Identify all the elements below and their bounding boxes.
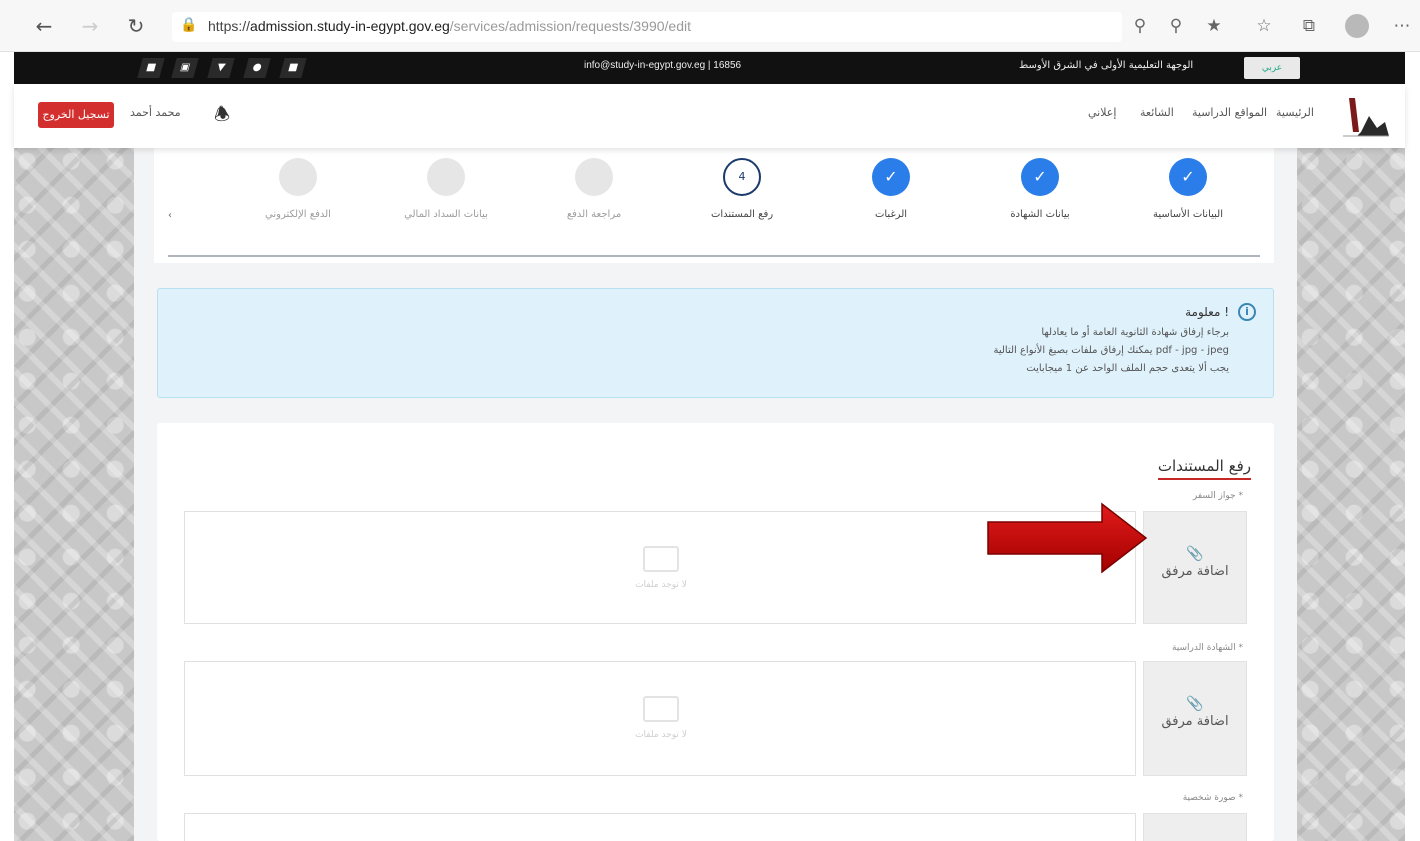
url-host: admission.study-in-egypt.gov.eg xyxy=(250,18,450,34)
field-label-certificate: الشهادة الدراسية * xyxy=(1171,643,1243,653)
file-drop-zone-photo[interactable] xyxy=(184,813,1136,841)
decorative-pattern-right xyxy=(1297,148,1405,841)
step-label: مراجعة الدفع xyxy=(566,209,622,220)
main-content: ‹ ✓ البيانات الأساسية ✓ بيانات الشهادة ✓… xyxy=(134,148,1297,841)
site-top-bar: ■ ▣ ▼ ● ■ info@study-in-egypt.gov.eg | 1… xyxy=(14,52,1405,84)
info-line: برجاء إرفاق شهادة الثانوية العامة أو ما … xyxy=(1041,327,1229,338)
site-header: تسجيل الخروج محمد أحمد 🕭 الرئيسية المواق… xyxy=(14,84,1405,148)
url-prefix: https:// xyxy=(208,18,251,34)
read-aloud-icon[interactable]: ★ xyxy=(1202,14,1226,38)
step-label: بيانات الشهادة xyxy=(1010,209,1070,220)
check-icon: ✓ xyxy=(1169,158,1207,196)
paperclip-icon: 📎 xyxy=(1186,696,1204,712)
step-payment-data: 6 بيانات السداد المالي xyxy=(386,158,506,222)
forward-arrow-icon[interactable]: → xyxy=(78,14,102,38)
step-online-payment: 7 الدفع الإلكتروني xyxy=(238,158,358,222)
upload-documents-card: رفع المستندات جواز السفر * لا توجد ملفات… xyxy=(157,423,1274,841)
info-alert: i معلومة ! برجاء إرفاق شهادة الثانوية ال… xyxy=(157,288,1274,398)
field-label-photo: صورة شخصية * xyxy=(1182,793,1243,803)
check-icon: ✓ xyxy=(1021,158,1059,196)
step-review-payment: 5 مراجعة الدفع xyxy=(534,158,654,222)
step-number: 5 xyxy=(575,158,613,196)
twitter-icon[interactable]: ▼ xyxy=(207,58,235,78)
step-certificate-data[interactable]: ✓ بيانات الشهادة xyxy=(980,158,1100,222)
collections-icon[interactable]: ⧉ xyxy=(1297,14,1321,38)
step-label: رفع المستندات xyxy=(710,209,774,220)
red-arrow-icon xyxy=(987,502,1148,574)
add-attachment-button[interactable] xyxy=(1143,813,1247,841)
section-title: رفع المستندات xyxy=(1157,457,1251,480)
empty-folder-icon xyxy=(643,696,679,722)
step-number: 7 xyxy=(279,158,317,196)
step-basic-data[interactable]: ✓ البيانات الأساسية xyxy=(1128,158,1248,222)
reload-icon[interactable]: ↻ xyxy=(124,14,148,38)
nav-item-ads[interactable]: إعلاني xyxy=(1088,106,1116,119)
info-line: يمكنك إرفاق ملفات بصيغ الأنواع التالية p… xyxy=(993,345,1229,356)
linkedin-icon[interactable]: ● xyxy=(243,58,271,78)
file-drop-zone-certificate[interactable]: لا توجد ملفات xyxy=(184,661,1136,776)
bell-icon[interactable]: 🕭 xyxy=(214,102,230,132)
field-label-passport: جواز السفر * xyxy=(1192,491,1243,501)
nav-item-study-sites[interactable]: المواقع الدراسية xyxy=(1192,106,1267,119)
add-attachment-button[interactable]: 📎 اضافة مرفق xyxy=(1143,661,1247,776)
browser-toolbar: ← → ↻ 🔒 https://admission.study-in-egypt… xyxy=(0,0,1420,52)
language-switch[interactable]: عربي xyxy=(1244,57,1300,79)
site-tagline: الوجهة التعليمية الأولى في الشرق الأوسط xyxy=(1019,60,1194,71)
stepper-progress-line xyxy=(168,255,1260,257)
zoom-icon[interactable]: ⚲ xyxy=(1164,14,1188,38)
drop-zone-text: لا توجد ملفات xyxy=(635,730,687,740)
back-arrow-icon[interactable]: ← xyxy=(32,14,56,38)
step-preferences[interactable]: ✓ الرغبات xyxy=(831,158,951,222)
drop-zone-text: لا توجد ملفات xyxy=(635,580,687,590)
attach-label: اضافة مرفق xyxy=(1161,564,1229,579)
stepper-back[interactable]: ‹ xyxy=(168,210,172,221)
logout-button[interactable]: تسجيل الخروج xyxy=(38,102,114,128)
check-icon: ✓ xyxy=(872,158,910,196)
url-text[interactable]: https://admission.study-in-egypt.gov.eg/… xyxy=(208,18,691,34)
add-attachment-button[interactable]: 📎 اضافة مرفق xyxy=(1143,511,1247,624)
step-upload-documents[interactable]: 4 رفع المستندات xyxy=(682,158,802,222)
profile-avatar[interactable] xyxy=(1345,14,1369,38)
step-label: البيانات الأساسية xyxy=(1153,209,1223,220)
facebook-icon[interactable]: ■ xyxy=(279,58,307,78)
info-line: يجب ألا يتعدى حجم الملف الواحد عن 1 ميجا… xyxy=(1026,363,1229,374)
step-label: بيانات السداد المالي xyxy=(404,209,488,220)
key-icon[interactable]: ⚲ xyxy=(1128,14,1152,38)
instagram-icon[interactable]: ▣ xyxy=(171,58,199,78)
empty-folder-icon xyxy=(643,546,679,572)
site-logo[interactable] xyxy=(1339,92,1391,142)
lock-icon: 🔒 xyxy=(180,17,198,33)
user-name[interactable]: محمد أحمد xyxy=(130,106,181,119)
paperclip-icon: 📎 xyxy=(1186,546,1204,562)
url-path: /services/admission/requests/3990/edit xyxy=(449,18,691,34)
step-label: الدفع الإلكتروني xyxy=(265,209,331,220)
nav-item-faq[interactable]: الشائعة xyxy=(1140,106,1174,119)
step-number: 4 xyxy=(723,158,761,196)
info-title: معلومة ! xyxy=(1185,305,1229,319)
attach-label: اضافة مرفق xyxy=(1161,714,1229,729)
step-label: الرغبات xyxy=(874,209,908,220)
step-number: 6 xyxy=(427,158,465,196)
nav-item-home[interactable]: الرئيسية xyxy=(1276,106,1314,119)
decorative-pattern-left xyxy=(14,148,134,841)
more-menu-icon[interactable]: ⋯ xyxy=(1390,14,1414,38)
address-bar[interactable]: 🔒 https://admission.study-in-egypt.gov.e… xyxy=(172,12,1122,42)
youtube-icon[interactable]: ■ xyxy=(137,58,165,78)
contact-info: info@study-in-egypt.gov.eg | 16856 xyxy=(584,60,742,71)
favorites-icon[interactable]: ☆ xyxy=(1252,14,1276,38)
progress-stepper: ‹ ✓ البيانات الأساسية ✓ بيانات الشهادة ✓… xyxy=(154,148,1274,263)
info-icon: i xyxy=(1238,303,1256,321)
